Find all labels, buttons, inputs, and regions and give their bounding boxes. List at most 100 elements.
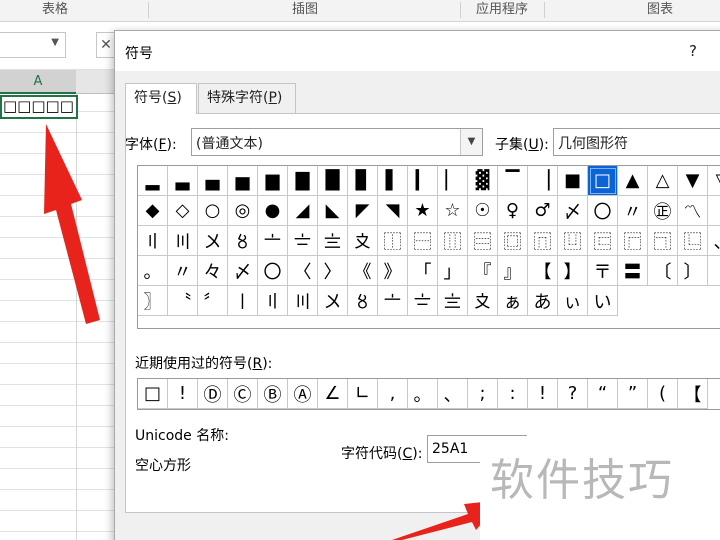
symbol-cell[interactable]: 〣 <box>288 286 318 316</box>
symbol-cell[interactable]: 〧 <box>408 286 438 316</box>
symbol-grid[interactable]: ▂▃▄▅▆▇█▊▌▎▏▓▔▕■□▲△▼▽◆◇○◎●◢◣◤◥★☆☉♀♂〆〇〃㊣〽〡… <box>137 165 720 329</box>
symbol-cell[interactable]: 〩 <box>468 286 498 316</box>
help-button[interactable]: ? <box>689 42 697 60</box>
tab-special-characters[interactable]: 特殊字符(P) <box>198 83 296 113</box>
recent-symbol-cell[interactable]: 、 <box>438 379 468 409</box>
recent-symbol-cell[interactable]: ∠ <box>318 379 348 409</box>
recent-symbol-cell[interactable]: Ⓐ <box>288 379 318 409</box>
symbol-cell[interactable]: 〣 <box>168 226 198 256</box>
symbol-cell[interactable]: ● <box>258 196 288 226</box>
symbol-cell[interactable]: 〡 <box>228 286 258 316</box>
column-header-a[interactable]: A <box>0 70 76 94</box>
symbol-cell[interactable]: ▕ <box>528 166 558 196</box>
recent-symbol-cell[interactable]: 。 <box>408 379 438 409</box>
recent-symbol-cell[interactable]: ! <box>168 379 198 409</box>
symbol-cell[interactable]: ▆ <box>258 166 288 196</box>
symbol-cell[interactable]: ▅ <box>228 166 258 196</box>
symbol-cell[interactable]: 〕 <box>678 256 708 286</box>
symbol-cell[interactable]: 々 <box>198 256 228 286</box>
symbol-cell[interactable]: 〨 <box>318 226 348 256</box>
name-box[interactable]: ▼ <box>0 32 66 58</box>
recent-symbol-cell[interactable]: ! <box>528 379 558 409</box>
recent-symbol-cell[interactable]: “ <box>588 379 618 409</box>
recent-symbol-cell[interactable]: , <box>378 379 408 409</box>
symbol-cell[interactable]: 〢 <box>138 226 168 256</box>
symbol-cell[interactable]: ◣ <box>318 196 348 226</box>
symbol-cell[interactable]: 〓 <box>618 256 648 286</box>
symbol-cell[interactable]: ⿳ <box>468 226 498 256</box>
symbol-cell[interactable]: 〧 <box>288 226 318 256</box>
symbol-cell[interactable]: ◢ <box>288 196 318 226</box>
symbol-cell[interactable]: ⿲ <box>438 226 468 256</box>
tab-symbols[interactable]: 符号(S) <box>125 83 197 114</box>
font-select[interactable]: (普通文本) ▼ <box>191 128 483 156</box>
symbol-cell[interactable]: ★ <box>408 196 438 226</box>
symbol-cell[interactable]: あ <box>528 286 558 316</box>
symbol-cell[interactable]: 〉 <box>318 256 348 286</box>
recent-symbol-cell[interactable]: ” <box>618 379 648 409</box>
symbol-cell[interactable]: 《 <box>348 256 378 286</box>
symbol-cell[interactable]: ◇ <box>168 196 198 226</box>
symbol-cell[interactable]: ▎ <box>408 166 438 196</box>
symbol-cell[interactable]: △ <box>648 166 678 196</box>
symbol-cell[interactable]: 〦 <box>378 286 408 316</box>
symbol-cell[interactable]: ■ <box>558 166 588 196</box>
symbol-cell[interactable]: 『 <box>468 256 498 286</box>
symbol-cell[interactable]: 〦 <box>258 226 288 256</box>
symbol-cell[interactable]: ▇ <box>288 166 318 196</box>
symbol-cell[interactable]: 〖 <box>708 256 720 286</box>
symbol-cell[interactable]: ▊ <box>348 166 378 196</box>
recent-symbol-cell[interactable]: ∟ <box>348 379 378 409</box>
symbol-cell[interactable]: ◤ <box>348 196 378 226</box>
symbol-cell[interactable]: 〃 <box>618 196 648 226</box>
symbol-cell[interactable]: ⿵ <box>528 226 558 256</box>
symbol-cell[interactable]: ⿹ <box>648 226 678 256</box>
symbol-cell[interactable]: 〆 <box>558 196 588 226</box>
recent-symbol-cell[interactable]: Ⓑ <box>258 379 288 409</box>
symbol-cell[interactable]: ▌ <box>378 166 408 196</box>
symbol-cell[interactable]: 』 <box>498 256 528 286</box>
symbol-cell[interactable]: 〞 <box>198 286 228 316</box>
recent-symbol-cell[interactable]: □ <box>138 379 168 409</box>
symbol-cell[interactable]: ⿸ <box>618 226 648 256</box>
symbol-cell[interactable]: 〥 <box>228 226 258 256</box>
symbol-cell[interactable]: 〤 <box>318 286 348 316</box>
recent-symbol-cell[interactable]: Ⓓ <box>198 379 228 409</box>
symbol-cell[interactable]: 〡 <box>708 196 720 226</box>
symbol-cell[interactable]: 〃 <box>168 256 198 286</box>
symbol-cell[interactable]: 〤 <box>198 226 228 256</box>
symbol-cell[interactable]: 【 <box>528 256 558 286</box>
subset-select[interactable]: 几何图形符 <box>553 128 720 156</box>
symbol-cell[interactable]: 〨 <box>438 286 468 316</box>
symbol-cell[interactable]: ㊣ <box>648 196 678 226</box>
symbol-cell[interactable]: ▂ <box>138 166 168 196</box>
symbol-cell[interactable]: ♀ <box>498 196 528 226</box>
symbol-cell[interactable]: ⿱ <box>408 226 438 256</box>
symbol-cell[interactable]: ◎ <box>228 196 258 226</box>
symbol-cell[interactable]: 、 <box>708 226 720 256</box>
symbol-cell[interactable]: ◥ <box>378 196 408 226</box>
symbol-cell[interactable]: ◆ <box>138 196 168 226</box>
symbol-cell[interactable]: 〇 <box>588 196 618 226</box>
symbol-cell[interactable]: ○ <box>198 196 228 226</box>
symbol-cell[interactable]: 〽 <box>678 196 708 226</box>
symbol-cell[interactable]: ▏ <box>438 166 468 196</box>
symbol-cell[interactable]: ▼ <box>678 166 708 196</box>
recent-symbol-cell[interactable]: : <box>498 379 528 409</box>
recent-symbol-cell[interactable]: Ⓒ <box>228 379 258 409</box>
cell-a1[interactable]: □□□□□ <box>0 95 78 119</box>
symbol-cell[interactable]: ⿺ <box>678 226 708 256</box>
symbol-cell[interactable]: ⿴ <box>498 226 528 256</box>
symbol-cell[interactable]: い <box>588 286 618 316</box>
symbol-cell[interactable]: 」 <box>438 256 468 286</box>
symbol-cell[interactable]: ⿷ <box>588 226 618 256</box>
chevron-down-icon[interactable]: ▼ <box>460 129 482 155</box>
symbol-cell[interactable]: ぁ <box>498 286 528 316</box>
symbol-cell[interactable]: 】 <box>558 256 588 286</box>
symbol-cell[interactable]: 〒 <box>588 256 618 286</box>
symbol-cell[interactable]: 。 <box>138 256 168 286</box>
symbol-cell[interactable]: 「 <box>408 256 438 286</box>
symbol-cell[interactable]: 〔 <box>648 256 678 286</box>
recent-symbol-cell[interactable]: ( <box>648 379 678 409</box>
recent-symbol-cell[interactable]: 【 <box>678 379 708 409</box>
